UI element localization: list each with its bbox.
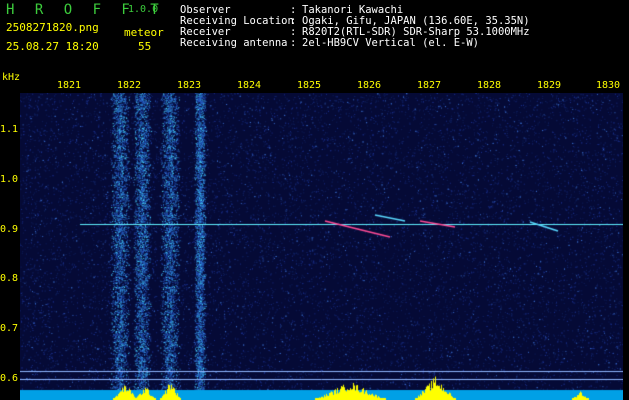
x-tick-label: 1827	[416, 80, 442, 91]
x-tick-label: 1821	[56, 80, 82, 91]
spectrogram-canvas	[20, 93, 623, 400]
y-tick-label: 0.6	[0, 373, 19, 384]
header-panel: H R O F F T 1.0.0 2508271820.png 25.08.2…	[0, 0, 629, 72]
y-tick-label: 0.7	[0, 323, 19, 334]
y-axis-unit: kHz	[2, 72, 21, 83]
x-tick-label: 1828	[476, 80, 502, 91]
app-version: 1.0.0	[128, 4, 159, 15]
x-tick-label: 1826	[356, 80, 382, 91]
y-tick-label: 0.8	[0, 273, 19, 284]
y-tick-label: 1.0	[0, 174, 19, 185]
info-value: 2el-HB9CV Vertical (el. E-W)	[302, 37, 480, 49]
event-count: 55	[138, 40, 152, 53]
info-label: Receiving antenna	[180, 37, 288, 49]
x-tick-label: 1830	[595, 80, 621, 91]
x-tick-label: 1829	[536, 80, 562, 91]
x-tick-label: 1822	[116, 80, 142, 91]
image-filename: 2508271820.png	[6, 21, 99, 34]
station-info: Observer: Takanori Kawachi Receiving Loca…	[180, 5, 530, 49]
x-tick-label: 1824	[236, 80, 262, 91]
event-type-label: meteor	[124, 26, 164, 39]
x-tick-label: 1823	[176, 80, 202, 91]
y-tick-label: 0.9	[0, 224, 19, 235]
x-tick-label: 1825	[296, 80, 322, 91]
info-separator: :	[290, 37, 297, 49]
info-row-antenna: Receiving antenna:2el-HB9CV Vertical (el…	[180, 38, 530, 49]
y-tick-label: 1.1	[0, 124, 19, 135]
capture-datetime: 25.08.27 18:20	[6, 40, 99, 53]
